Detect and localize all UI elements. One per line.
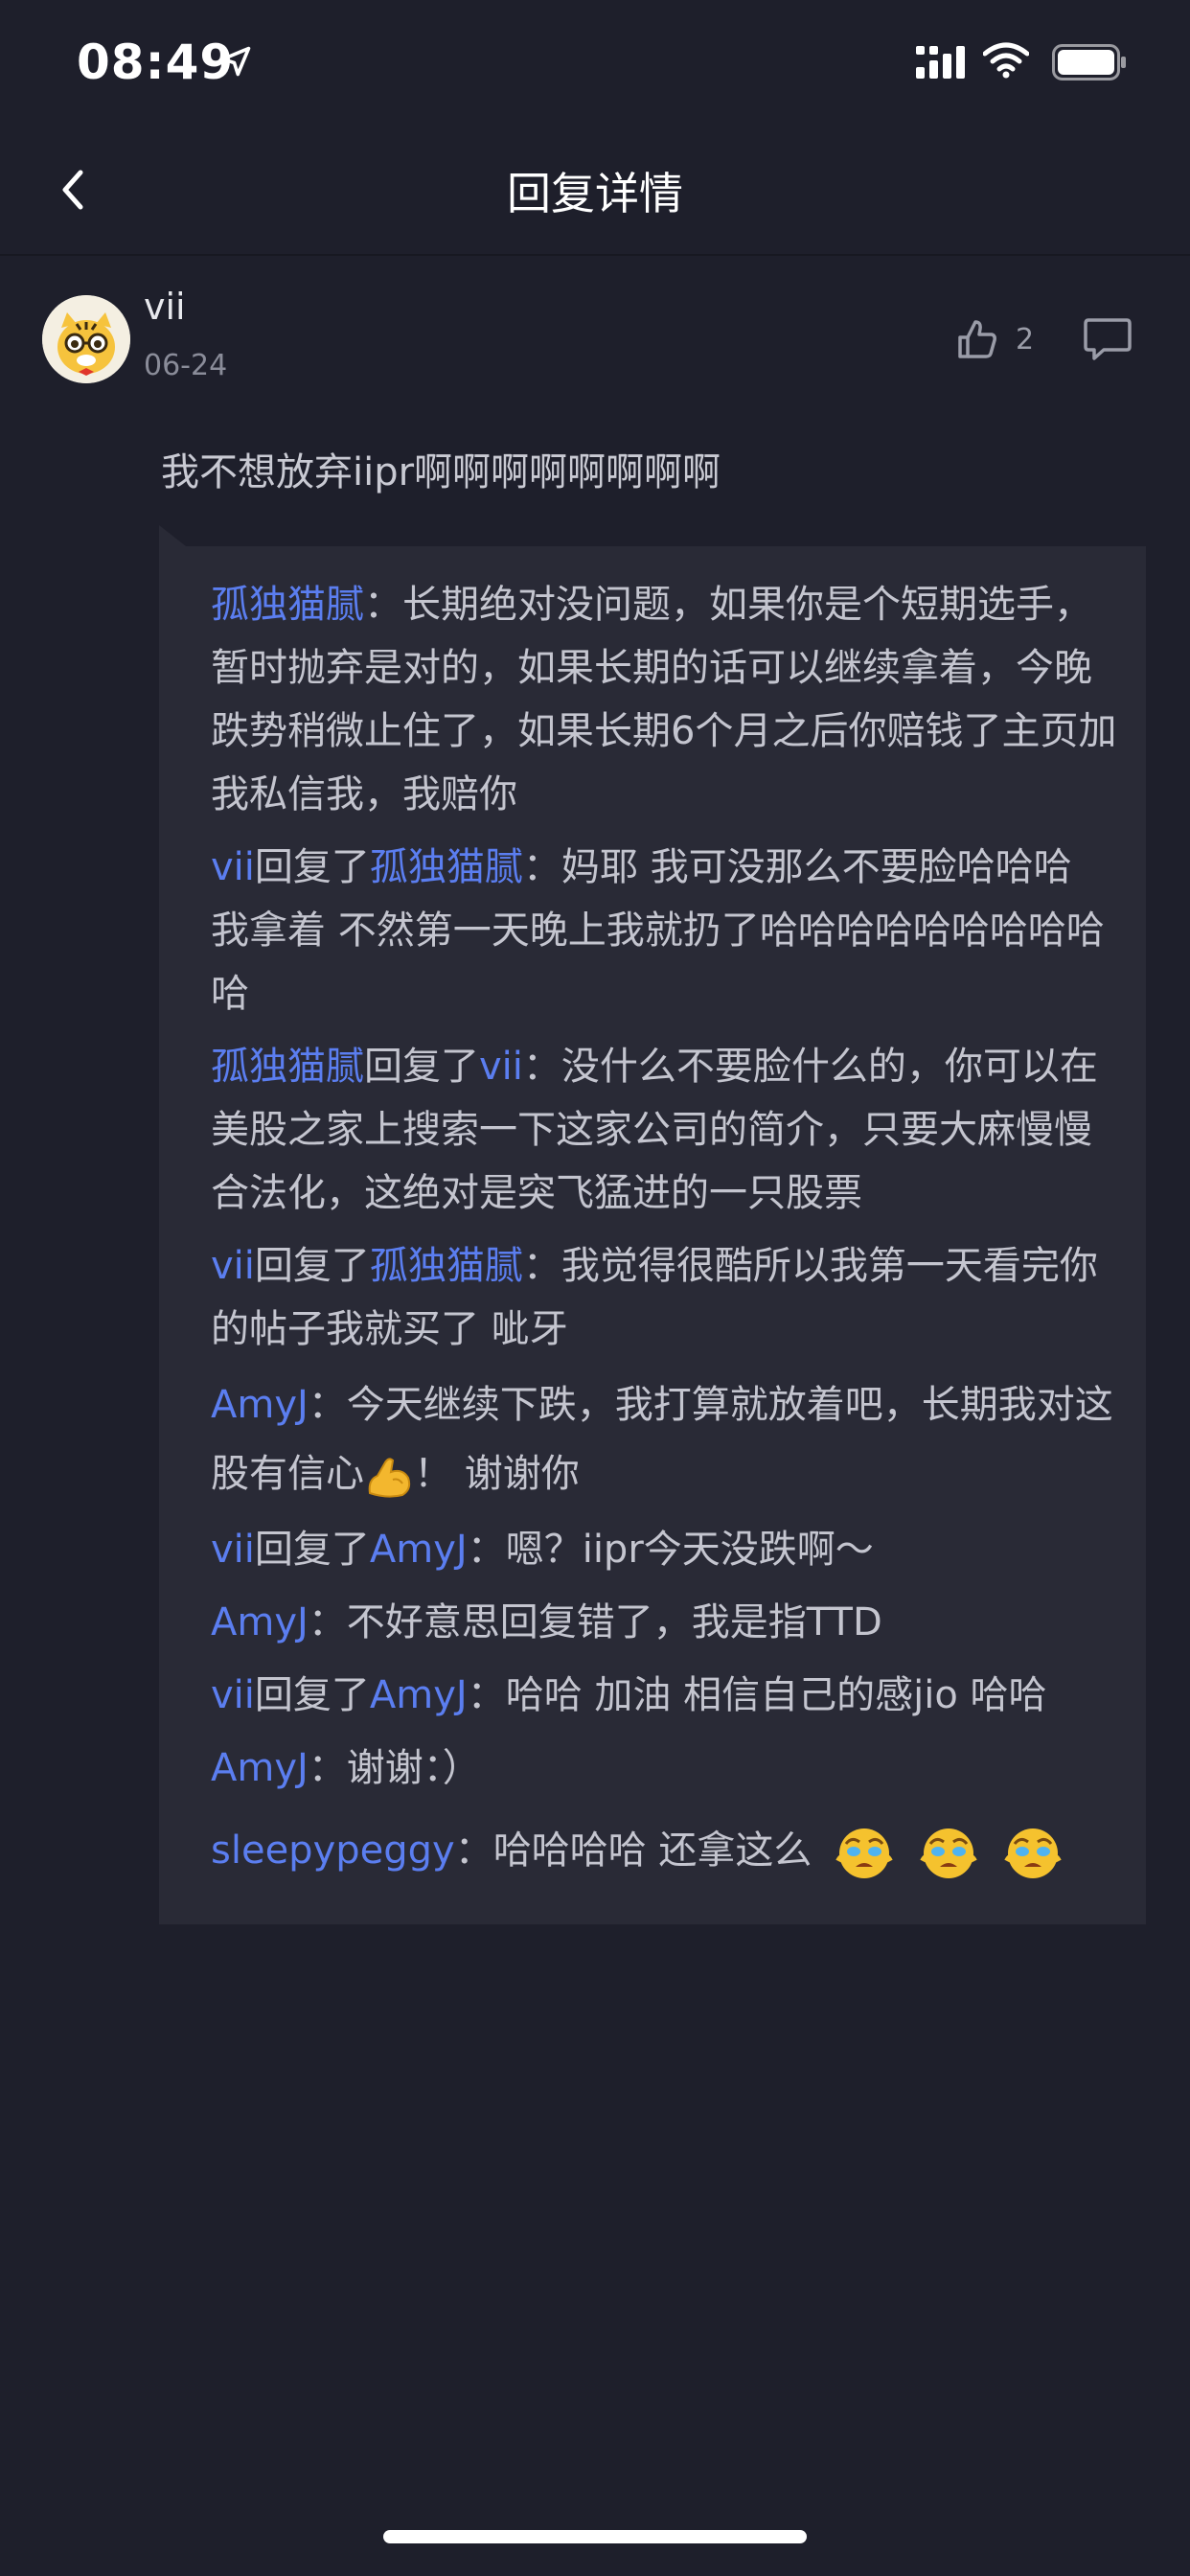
reply-item[interactable]: AmyJ：谢谢：） (211, 1736, 1121, 1800)
nav-bar: 回复详情 (0, 125, 1190, 254)
reply-text: 哈哈哈哈 还拿这么 (492, 1828, 812, 1873)
comment-bubble-icon[interactable] (1083, 316, 1133, 364)
crying-face-emoji-icon (835, 1828, 894, 1878)
reply-text: 哈哈 加油 相信自己的感jio 哈哈 (505, 1673, 1047, 1717)
reply-word: 回复了 (254, 1244, 370, 1288)
page-title: 回复详情 (507, 168, 683, 219)
reply-panel-tail (159, 525, 186, 546)
reply-separator: ： (467, 1673, 506, 1717)
reply-item[interactable]: sleepypeggy：哈哈哈哈 还拿这么 (211, 1819, 1121, 1882)
flexed-biceps-emoji-icon (368, 1458, 411, 1498)
reply-separator: ： (308, 1383, 347, 1427)
reply-author[interactable]: vii (211, 1528, 255, 1572)
cellular-signal-icon (916, 46, 965, 79)
reply-separator: ： (522, 1244, 561, 1288)
reply-separator: ： (454, 1828, 493, 1873)
reply-text-after: ！ 谢谢你 (414, 1452, 580, 1496)
reply-author[interactable]: vii (211, 845, 255, 889)
reply-author[interactable]: 孤独猫腻 (211, 583, 364, 627)
reply-text: 谢谢：） (346, 1746, 481, 1790)
wifi-icon (983, 42, 1029, 79)
reply-item[interactable]: vii回复了AmyJ：哈哈 加油 相信自己的感jio 哈哈 (211, 1664, 1121, 1727)
reply-text: 嗯？iipr今天没跌啊～ (505, 1528, 874, 1572)
reply-item[interactable]: 孤独猫腻回复了vii：没什么不要脸什么的，你可以在美股之家上搜索一下这家公司的简… (211, 1035, 1121, 1225)
reply-separator: ： (522, 1045, 561, 1089)
reply-separator: ： (364, 583, 402, 627)
reply-target[interactable]: AmyJ (370, 1528, 468, 1572)
comment-username[interactable]: vii (144, 286, 186, 328)
reply-target[interactable]: AmyJ (370, 1673, 468, 1717)
thumbs-up-icon (958, 320, 996, 358)
reply-separator: ： (308, 1600, 347, 1644)
comment-text: 我不想放弃iipr啊啊啊啊啊啊啊啊 (161, 450, 721, 494)
reply-item[interactable]: vii回复了孤独猫腻：我觉得很酷所以我第一天看完你的帖子我就买了 呲牙 (211, 1234, 1121, 1361)
crying-face-emoji-icon (1004, 1828, 1063, 1878)
reply-item[interactable]: AmyJ：不好意思回复错了，我是指TTD (211, 1591, 1121, 1654)
location-arrow-icon (220, 46, 251, 77)
tiger-avatar-icon (42, 295, 130, 383)
avatar[interactable] (42, 295, 130, 383)
comment-date: 06-24 (144, 349, 228, 382)
home-indicator[interactable] (383, 2530, 807, 2543)
battery-icon (1052, 44, 1126, 80)
reply-author[interactable]: AmyJ (211, 1600, 309, 1644)
reply-author[interactable]: vii (211, 1244, 255, 1288)
reply-target[interactable]: 孤独猫腻 (370, 845, 523, 889)
reply-word: 回复了 (364, 1045, 479, 1089)
reply-text: 今天继续下跌，我打算就放着吧，长期我对这股有信心 (211, 1383, 1113, 1496)
reply-text: 不好意思回复错了，我是指TTD (346, 1600, 882, 1644)
reply-author[interactable]: sleepypeggy (211, 1819, 455, 1882)
reply-separator: ： (467, 1528, 506, 1572)
reply-author[interactable]: 孤独猫腻 (211, 1045, 364, 1089)
reply-item[interactable]: AmyJ：今天继续下跌，我打算就放着吧，长期我对这股有信心 ！ 谢谢你 (211, 1370, 1121, 1508)
reply-author[interactable]: AmyJ (211, 1746, 309, 1790)
reply-word: 回复了 (254, 1528, 370, 1572)
reply-target[interactable]: 孤独猫腻 (370, 1244, 523, 1288)
like-button[interactable]: 2 (954, 312, 1034, 366)
crying-face-emoji-icon (920, 1828, 978, 1878)
reply-separator: ： (522, 845, 561, 889)
reply-word: 回复了 (254, 1673, 370, 1717)
reply-target[interactable]: vii (479, 1045, 523, 1089)
reply-item[interactable]: vii回复了孤独猫腻：妈耶 我可没那么不要脸哈哈哈 我拿着 不然第一天晚上我就扔… (211, 836, 1121, 1025)
reply-separator: ： (308, 1746, 347, 1790)
reply-word: 回复了 (254, 845, 370, 889)
reply-panel: 孤独猫腻：长期绝对没问题，如果你是个短期选手，暂时抛弃是对的，如果长期的话可以继… (159, 546, 1146, 1924)
reply-item[interactable]: vii回复了AmyJ：嗯？iipr今天没跌啊～ (211, 1518, 1121, 1581)
status-bar: 08:49 (0, 0, 1190, 125)
like-count: 2 (1016, 322, 1035, 356)
reply-item[interactable]: 孤独猫腻：长期绝对没问题，如果你是个短期选手，暂时抛弃是对的，如果长期的话可以继… (211, 573, 1121, 826)
reply-author[interactable]: vii (211, 1673, 255, 1717)
nav-divider (0, 254, 1190, 256)
reply-author[interactable]: AmyJ (211, 1383, 309, 1427)
status-time: 08:49 (77, 34, 235, 90)
reply-list: 孤独猫腻：长期绝对没问题，如果你是个短期选手，暂时抛弃是对的，如果长期的话可以继… (211, 573, 1121, 1892)
